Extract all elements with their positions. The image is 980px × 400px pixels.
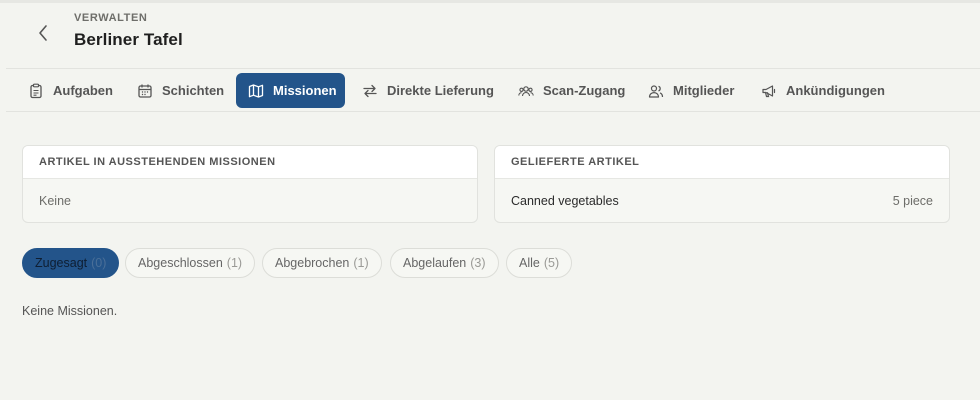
calendar-icon [138,84,152,98]
tab-direkte-lieferung[interactable]: Direkte Lieferung [350,73,506,108]
tab-ankuendigungen[interactable]: Ankündigungen [749,73,897,108]
item-quantity: 5 piece [892,194,933,208]
filter-abgebrochen[interactable]: Abgebrochen (1) [262,248,382,278]
filter-alle[interactable]: Alle (5) [506,248,573,278]
filter-label: Abgebrochen [275,256,350,270]
filter-count: (0) [91,256,107,270]
filter-label: Abgelaufen [403,256,467,270]
delivered-items-card: GELIEFERTE ARTIKEL Canned vegetables 5 p… [494,145,950,223]
section-eyebrow: VERWALTEN [74,12,148,24]
tab-missionen[interactable]: Missionen [236,73,345,108]
filter-abgelaufen[interactable]: Abgelaufen (3) [390,248,499,278]
tab-schichten[interactable]: Schichten [125,73,236,108]
filter-label: Zugesagt [35,256,88,270]
filter-label: Abgeschlossen [138,256,223,270]
tab-mitglieder[interactable]: Mitglieder [636,73,746,108]
tab-scan-zugang[interactable]: Scan-Zugang [506,73,637,108]
empty-value: Keine [39,194,71,208]
users-icon [648,84,664,98]
tab-label: Scan-Zugang [543,83,626,98]
chevron-left-icon [39,25,47,41]
empty-state-message: Keine Missionen. [22,304,118,318]
page-title: Berliner Tafel [74,30,183,49]
tab-aufgaben[interactable]: Aufgaben [16,73,125,108]
filter-count: (1) [353,256,369,270]
tab-label: Missionen [273,83,337,98]
swap-arrows-icon [363,84,377,97]
filter-count: (5) [543,256,560,270]
item-name: Canned vegetables [511,194,619,208]
megaphone-icon [762,84,776,97]
tab-label: Ankündigungen [786,83,885,98]
tab-label: Aufgaben [53,83,113,98]
card-heading: GELIEFERTE ARTIKEL [495,146,949,179]
group-icon [518,85,534,96]
clipboard-icon [30,83,42,98]
map-icon [248,83,264,98]
filter-count: (3) [470,256,486,270]
tab-label: Schichten [162,83,225,98]
list-item: Canned vegetables 5 piece [495,179,949,222]
filter-count: (1) [226,256,243,270]
back-button[interactable] [30,20,56,46]
tab-label: Mitglieder [673,83,735,98]
pending-items-card: ARTIKEL IN AUSSTEHENDEN MISSIONEN Keine [22,145,478,223]
page-header: VERWALTEN Berliner Tafel [0,0,980,68]
filter-abgeschlossen[interactable]: Abgeschlossen (1) [125,248,256,278]
filter-label: Alle [519,256,540,270]
tab-bar: Aufgaben Schichten Missionen Direkte Lie… [6,68,980,112]
tab-label: Direkte Lieferung [387,83,494,98]
filter-zugesagt[interactable]: Zugesagt (0) [22,248,120,278]
card-heading: ARTIKEL IN AUSSTEHENDEN MISSIONEN [23,146,477,179]
